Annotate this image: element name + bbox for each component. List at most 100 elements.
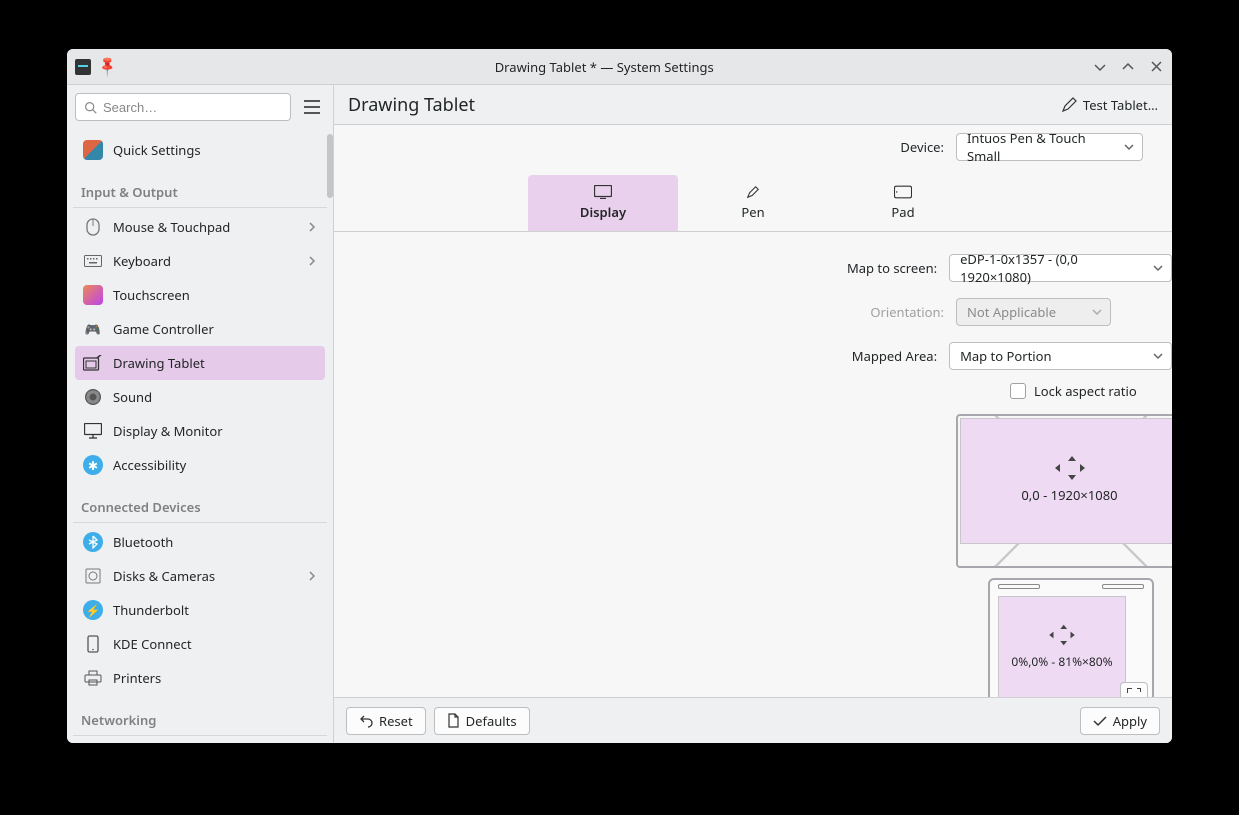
screen-portion-text: 0,0 - 1920×1080	[1021, 486, 1117, 504]
sidebar-item-label: KDE Connect	[113, 635, 317, 653]
device-label: Device:	[334, 138, 944, 156]
sidebar-item-label: Mouse & Touchpad	[113, 218, 297, 236]
sidebar-item-label: Quick Settings	[113, 141, 317, 159]
close-button[interactable]	[1148, 59, 1164, 75]
sound-icon	[83, 387, 103, 407]
hamburger-menu[interactable]	[299, 94, 325, 120]
sidebar-item-label: Printers	[113, 669, 317, 687]
screen-area[interactable]: 0,0 - 1920×1080	[956, 414, 1172, 568]
sidebar-item-drawing-tablet[interactable]: Drawing Tablet	[75, 346, 325, 380]
tab-label: Pen	[741, 203, 764, 221]
pin-icon[interactable]: 📌	[95, 54, 121, 80]
fit-icon	[1127, 688, 1141, 697]
tab-display[interactable]: Display	[528, 175, 678, 231]
sidebar-item-kdeconnect[interactable]: KDE Connect	[75, 627, 325, 661]
maximize-button[interactable]	[1120, 59, 1136, 75]
sidebar-item-disks[interactable]: Disks & Cameras	[75, 559, 325, 593]
pencil-icon	[1061, 97, 1077, 113]
display-icon	[83, 421, 103, 441]
tab-pad[interactable]: Pad	[828, 175, 978, 231]
touchscreen-icon	[83, 285, 103, 305]
app-icon	[75, 59, 91, 75]
chevron-down-icon	[1124, 143, 1134, 151]
main: Drawing Tablet Test Tablet… Device: Intu…	[334, 85, 1172, 743]
sidebar-item-label: Keyboard	[113, 252, 297, 270]
sidebar-scroll[interactable]: Quick Settings Input & Output Mouse & To…	[67, 129, 333, 743]
sidebar-item-printers[interactable]: Printers	[75, 661, 325, 695]
accessibility-icon: ✱	[83, 455, 103, 475]
sidebar-item-label: Thunderbolt	[113, 601, 317, 619]
gamepad-icon: 🎮	[83, 319, 103, 339]
mapped-area-select[interactable]: Map to Portion	[949, 342, 1172, 370]
sidebar-item-label: Display & Monitor	[113, 422, 317, 440]
map-screen-select[interactable]: eDP-1-0x1357 - (0,0 1920×1080)	[949, 254, 1172, 282]
titlebar[interactable]: 📌 Drawing Tablet * — System Settings	[67, 49, 1172, 85]
scrollbar[interactable]	[327, 134, 333, 198]
reset-label: Reset	[379, 712, 413, 730]
move-icon	[1057, 458, 1083, 478]
section-header-networking: Networking	[73, 695, 327, 733]
undo-icon	[359, 714, 373, 728]
sidebar: Quick Settings Input & Output Mouse & To…	[67, 85, 334, 743]
orientation-label: Orientation:	[334, 303, 944, 321]
search-icon	[84, 101, 97, 114]
minimize-button[interactable]	[1092, 59, 1108, 75]
move-icon	[1051, 626, 1073, 643]
sidebar-item-label: Sound	[113, 388, 317, 406]
kdeconnect-icon	[83, 634, 103, 654]
tab-pen[interactable]: Pen	[678, 175, 828, 231]
page-title: Drawing Tablet	[348, 93, 1053, 117]
reset-button[interactable]: Reset	[346, 707, 426, 735]
sidebar-item-thunderbolt[interactable]: ⚡ Thunderbolt	[75, 593, 325, 627]
sidebar-item-mouse[interactable]: Mouse & Touchpad	[75, 210, 325, 244]
sidebar-item-bluetooth[interactable]: Bluetooth	[75, 525, 325, 559]
sidebar-item-display[interactable]: Display & Monitor	[75, 414, 325, 448]
device-select[interactable]: Intuos Pen & Touch Small	[956, 133, 1143, 161]
thunderbolt-icon: ⚡	[83, 600, 103, 620]
tablet-button-left	[998, 584, 1040, 589]
printer-icon	[83, 668, 103, 688]
window-title: Drawing Tablet * — System Settings	[122, 58, 1086, 76]
test-tablet-button[interactable]: Test Tablet…	[1061, 96, 1158, 114]
search-input[interactable]	[103, 100, 282, 115]
sidebar-item-label: Game Controller	[113, 320, 317, 338]
defaults-label: Defaults	[466, 712, 517, 730]
document-icon	[447, 713, 460, 728]
mapped-area-value: Map to Portion	[960, 347, 1051, 365]
lock-aspect-label: Lock aspect ratio	[1034, 382, 1137, 400]
bluetooth-icon	[83, 532, 103, 552]
chevron-down-icon	[1153, 264, 1163, 272]
tab-bar: Display Pen Pad	[334, 175, 1172, 232]
chevron-down-icon	[1153, 352, 1163, 360]
pen-tab-icon	[744, 185, 762, 199]
sidebar-item-touchscreen[interactable]: Touchscreen	[75, 278, 325, 312]
sidebar-item-label: Accessibility	[113, 456, 317, 474]
mouse-icon	[83, 217, 103, 237]
map-screen-value: eDP-1-0x1357 - (0,0 1920×1080)	[960, 250, 1143, 286]
sidebar-item-keyboard[interactable]: Keyboard	[75, 244, 325, 278]
tab-label: Pad	[891, 203, 914, 221]
map-screen-label: Map to screen:	[334, 259, 937, 277]
sidebar-item-sound[interactable]: Sound	[75, 380, 325, 414]
chevron-right-icon	[307, 222, 317, 232]
fit-tablet-button[interactable]	[1120, 682, 1148, 697]
check-icon	[1093, 715, 1107, 727]
sidebar-item-quick-settings[interactable]: Quick Settings	[75, 133, 325, 167]
sidebar-item-accessibility[interactable]: ✱ Accessibility	[75, 448, 325, 482]
section-header-io: Input & Output	[73, 167, 327, 205]
orientation-value: Not Applicable	[967, 303, 1056, 321]
test-tablet-label: Test Tablet…	[1083, 96, 1158, 114]
tablet-portion[interactable]: 0%,0% - 81%×80%	[998, 596, 1126, 697]
search-input-wrap[interactable]	[75, 93, 291, 121]
tablet-area[interactable]: 0%,0% - 81%×80%	[988, 578, 1154, 697]
screen-portion[interactable]: 0,0 - 1920×1080	[960, 418, 1172, 544]
apply-button[interactable]: Apply	[1080, 707, 1160, 735]
sidebar-item-gamecontroller[interactable]: 🎮 Game Controller	[75, 312, 325, 346]
display-tab-icon	[594, 185, 612, 199]
sidebar-item-wifi[interactable]: Wi-Fi & Internet	[75, 738, 325, 743]
lock-aspect-checkbox[interactable]	[1010, 383, 1026, 399]
tab-label: Display	[580, 203, 626, 221]
defaults-button[interactable]: Defaults	[434, 707, 530, 735]
page-header: Drawing Tablet Test Tablet…	[334, 85, 1172, 125]
content: Device: Intuos Pen & Touch Small Display…	[334, 125, 1172, 697]
